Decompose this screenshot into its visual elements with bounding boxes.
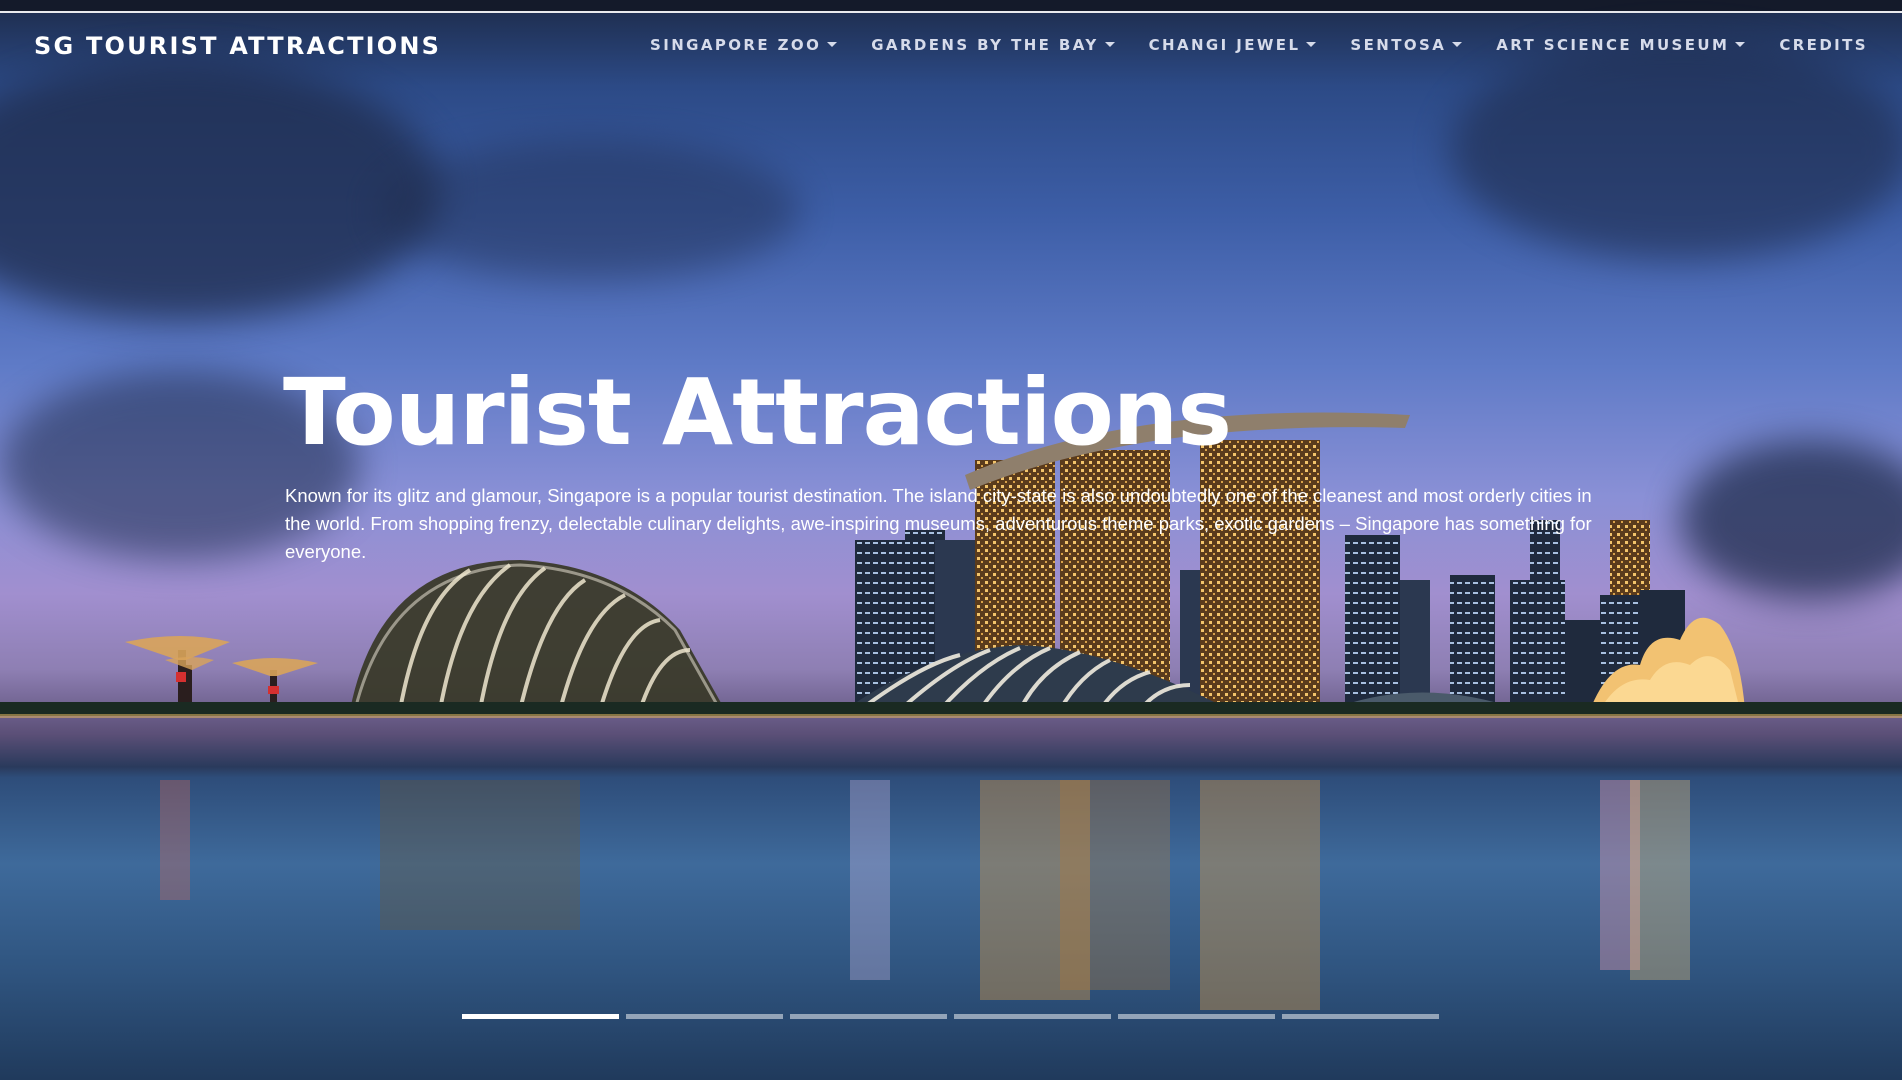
nav-item-changi-jewel[interactable]: CHANGI JEWEL — [1149, 36, 1317, 54]
nav-item-gardens-by-the-bay[interactable]: GARDENS BY THE BAY — [871, 36, 1115, 54]
nav-item-sentosa[interactable]: SENTOSA — [1350, 36, 1463, 54]
nav-item-label: CREDITS — [1779, 36, 1868, 54]
hero-description: Known for its glitz and glamour, Singapo… — [285, 485, 1592, 562]
caret-down-icon — [1452, 41, 1463, 47]
nav-item-label: SENTOSA — [1350, 36, 1447, 54]
cloud — [380, 140, 800, 280]
caret-down-icon — [1735, 41, 1746, 47]
nav-menu: SINGAPORE ZOO GARDENS BY THE BAY CHANGI … — [650, 36, 1868, 54]
hero-carousel: SG TOURIST ATTRACTIONS SINGAPORE ZOO GAR… — [0, 0, 1902, 1080]
nav-item-art-science-museum[interactable]: ART SCIENCE MUSEUM — [1496, 36, 1746, 54]
flower-dome — [350, 560, 725, 712]
carousel-indicator[interactable] — [462, 1014, 619, 1019]
carousel-indicator[interactable] — [1118, 1014, 1275, 1019]
carousel-indicator[interactable] — [790, 1014, 947, 1019]
water-reflections — [160, 780, 1690, 1010]
shoreline — [0, 702, 1902, 716]
caret-down-icon — [1104, 41, 1115, 47]
carousel-indicator[interactable] — [1282, 1014, 1439, 1019]
nav-item-credits[interactable]: CREDITS — [1779, 36, 1868, 54]
navbar: SG TOURIST ATTRACTIONS SINGAPORE ZOO GAR… — [0, 14, 1902, 78]
cloud — [0, 60, 440, 320]
hero-title: Tourist Attractions — [283, 359, 1232, 466]
shore-lights — [0, 714, 1902, 718]
nav-item-label: SINGAPORE ZOO — [650, 36, 822, 54]
caret-down-icon — [1306, 41, 1317, 47]
nav-item-label: ART SCIENCE MUSEUM — [1496, 36, 1730, 54]
carousel-indicator[interactable] — [626, 1014, 783, 1019]
carousel-indicators — [462, 1014, 1439, 1019]
brand-logo[interactable]: SG TOURIST ATTRACTIONS — [34, 32, 441, 60]
nav-item-label: GARDENS BY THE BAY — [871, 36, 1099, 54]
top-divider — [0, 11, 1902, 13]
nav-item-label: CHANGI JEWEL — [1148, 36, 1301, 54]
nav-item-singapore-zoo[interactable]: SINGAPORE ZOO — [650, 36, 838, 54]
carousel-indicator[interactable] — [954, 1014, 1111, 1019]
supertrees — [125, 636, 318, 710]
caret-down-icon — [827, 41, 838, 47]
window-top-bar — [0, 0, 1902, 11]
